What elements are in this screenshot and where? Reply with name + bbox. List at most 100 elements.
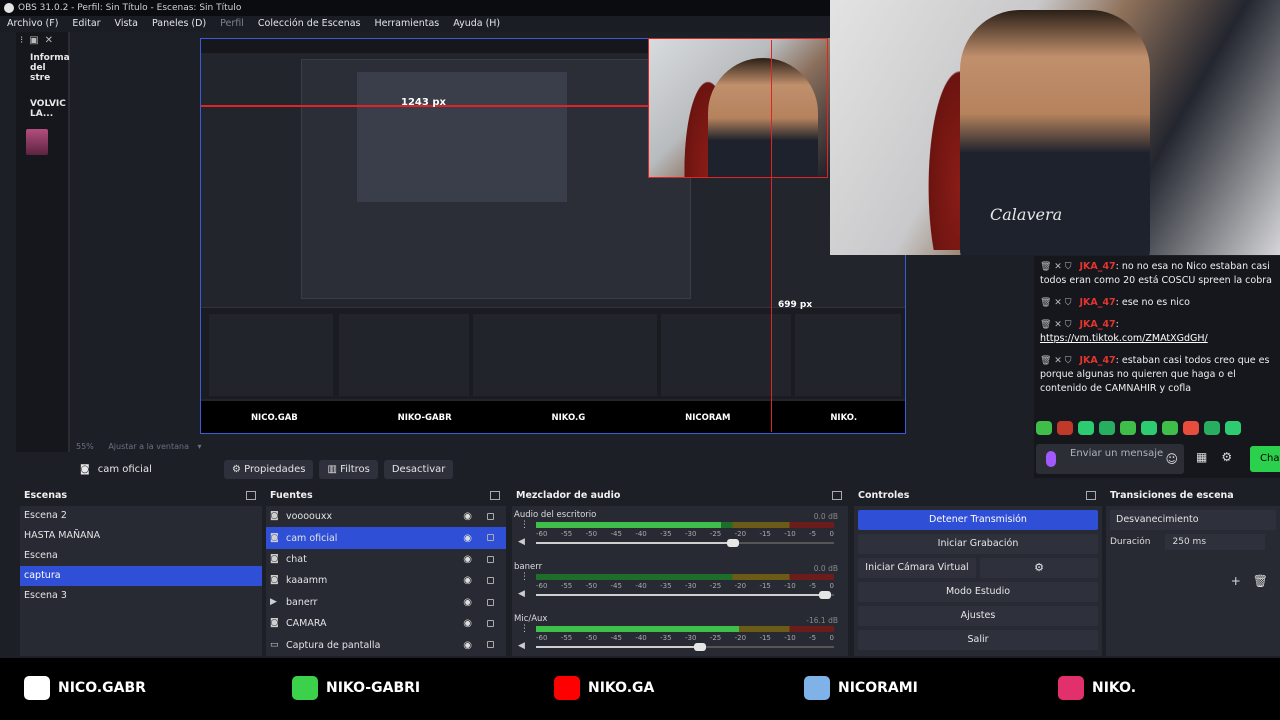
popout-icon[interactable] <box>1086 491 1096 500</box>
virtual-camera-button[interactable]: Iniciar Cámara Virtual <box>858 558 976 578</box>
volume-slider[interactable] <box>536 591 834 599</box>
chat-username[interactable]: JKA_47 <box>1079 319 1115 330</box>
visibility-eye-icon[interactable]: ◉ <box>463 635 472 656</box>
mod-icons[interactable]: 🗑 ✕ ⛉ <box>1040 356 1071 366</box>
visibility-eye-icon[interactable]: ◉ <box>463 613 472 634</box>
properties-button[interactable]: ⚙ Propiedades <box>224 459 314 479</box>
source-item[interactable]: ◙ cam oficial ◉ <box>266 527 506 549</box>
lock-icon[interactable] <box>487 598 494 606</box>
virtual-camera-settings-icon[interactable]: ⚙ <box>980 558 1098 578</box>
social-logo-icon <box>1058 676 1084 700</box>
visibility-eye-icon[interactable]: ◉ <box>463 549 472 570</box>
source-item[interactable]: ◙ CAMARA ◉ <box>266 613 506 634</box>
chat-username[interactable]: JKA_47 <box>1079 261 1115 272</box>
lock-icon[interactable] <box>487 534 494 542</box>
slider-handle[interactable] <box>726 539 739 547</box>
source-item[interactable]: ◙ kaaamm ◉ <box>266 570 506 591</box>
menu-item[interactable]: Archivo (F) <box>0 16 65 32</box>
menu-item[interactable]: Paneles (D) <box>145 16 213 32</box>
filters-button[interactable]: ▥ Filtros <box>319 459 378 479</box>
chevron-down-icon[interactable]: ▾ <box>198 442 202 451</box>
visibility-eye-icon[interactable]: ◉ <box>463 528 472 549</box>
scene-item[interactable]: Escena 3 <box>20 586 262 606</box>
scale-tick: -15 <box>759 634 771 642</box>
volume-level <box>536 522 721 528</box>
mod-icons[interactable]: 🗑 ✕ ⛉ <box>1040 320 1071 330</box>
slider-handle[interactable] <box>819 591 832 599</box>
menu-item[interactable]: Colección de Escenas <box>251 16 368 32</box>
emote-icon[interactable] <box>1225 421 1241 435</box>
lock-icon[interactable] <box>487 555 494 563</box>
store-icon[interactable]: ▦ <box>1196 450 1207 464</box>
transition-select[interactable]: Desvanecimiento <box>1110 510 1276 530</box>
stop-stream-button[interactable]: Detener Transmisión <box>858 510 1098 530</box>
chat-send-button[interactable]: Chat <box>1250 446 1280 472</box>
zoom-level[interactable]: 55% <box>76 442 94 451</box>
channel-menu-icon[interactable]: ⋮ <box>520 520 529 530</box>
start-recording-button[interactable]: Iniciar Grabación <box>858 534 1098 554</box>
close-icon[interactable]: ✕ <box>45 35 53 46</box>
scene-item[interactable]: captura <box>20 566 262 586</box>
scale-tick: -30 <box>684 582 697 590</box>
emote-icon[interactable] <box>1204 421 1220 435</box>
channel-menu-icon[interactable]: ⋮ <box>520 572 529 582</box>
visibility-eye-icon[interactable]: ◉ <box>463 592 472 613</box>
volume-slider[interactable] <box>536 643 834 651</box>
lock-icon[interactable] <box>487 641 494 649</box>
channel-menu-icon[interactable]: ⋮ <box>520 624 529 634</box>
slider-handle[interactable] <box>693 643 706 651</box>
scene-item[interactable]: Escena 2 <box>20 506 262 526</box>
emote-icon[interactable] <box>1057 421 1073 435</box>
source-item[interactable]: ◙ voooouxx ◉ <box>266 506 506 527</box>
settings-gear-icon[interactable]: ⚙ <box>1221 450 1232 464</box>
emote-icon[interactable] <box>1183 421 1199 435</box>
emote-icon[interactable] <box>1162 421 1178 435</box>
duration-input[interactable]: 250 ms <box>1164 534 1265 550</box>
speaker-icon[interactable]: ◀ <box>518 589 525 599</box>
popout-icon[interactable] <box>832 491 842 500</box>
scene-item[interactable]: HASTA MAÑANA <box>20 526 262 546</box>
emoji-icon[interactable]: ☺ <box>1165 452 1178 466</box>
studio-mode-button[interactable]: Modo Estudio <box>858 582 1098 602</box>
left-dock-label-3: VOLVIC <box>30 99 66 109</box>
menu-item[interactable]: Herramientas <box>368 16 447 32</box>
lock-icon[interactable] <box>487 619 494 627</box>
mod-icons[interactable]: 🗑 ✕ ⛉ <box>1040 298 1071 308</box>
lock-icon[interactable] <box>487 577 494 585</box>
deactivate-button[interactable]: Desactivar <box>383 459 454 479</box>
volume-slider[interactable] <box>536 539 834 547</box>
popout-icon[interactable]: ▣ <box>29 35 38 46</box>
speaker-icon[interactable]: ◀ <box>518 641 525 651</box>
emote-icon[interactable] <box>1078 421 1094 435</box>
lock-icon[interactable] <box>487 513 494 520</box>
chat-message-input[interactable]: Enviar un mensaje ☺ <box>1036 444 1184 474</box>
source-item[interactable]: ▭ Captura de pantalla ◉ <box>266 634 506 655</box>
source-item[interactable]: ◙ chat ◉ <box>266 549 506 570</box>
scene-item[interactable]: Escena <box>20 546 262 566</box>
popout-icon[interactable] <box>246 491 256 500</box>
menu-item[interactable]: Ayuda (H) <box>446 16 507 32</box>
menu-item[interactable]: Perfil <box>213 16 251 32</box>
chat-link[interactable]: https://vm.tiktok.com/ZMAtXGdGH/ <box>1040 333 1208 344</box>
emote-icon[interactable] <box>1099 421 1115 435</box>
source-item[interactable]: ▶ banerr ◉ <box>266 592 506 613</box>
emote-icon[interactable] <box>1120 421 1136 435</box>
popout-icon[interactable] <box>490 491 500 500</box>
visibility-eye-icon[interactable]: ◉ <box>463 570 472 591</box>
emote-icon[interactable] <box>1141 421 1157 435</box>
fit-window-dropdown[interactable]: Ajustar a la ventana <box>108 442 189 451</box>
trash-icon[interactable]: 🗑 <box>1253 574 1268 588</box>
camera-icon: ◙ <box>270 575 279 586</box>
speaker-icon[interactable]: ◀ <box>518 537 525 547</box>
chat-username[interactable]: JKA_47 <box>1079 355 1115 366</box>
visibility-eye-icon[interactable]: ◉ <box>463 506 472 527</box>
list-icon[interactable]: ⁝ <box>20 35 23 46</box>
add-icon[interactable]: + <box>1231 574 1241 588</box>
menu-item[interactable]: Vista <box>108 16 145 32</box>
settings-button[interactable]: Ajustes <box>858 606 1098 626</box>
emote-icon[interactable] <box>1036 421 1052 435</box>
menu-item[interactable]: Editar <box>65 16 107 32</box>
mod-icons[interactable]: 🗑 ✕ ⛉ <box>1040 262 1071 272</box>
chat-username[interactable]: JKA_47 <box>1079 297 1115 308</box>
exit-button[interactable]: Salir <box>858 630 1098 650</box>
